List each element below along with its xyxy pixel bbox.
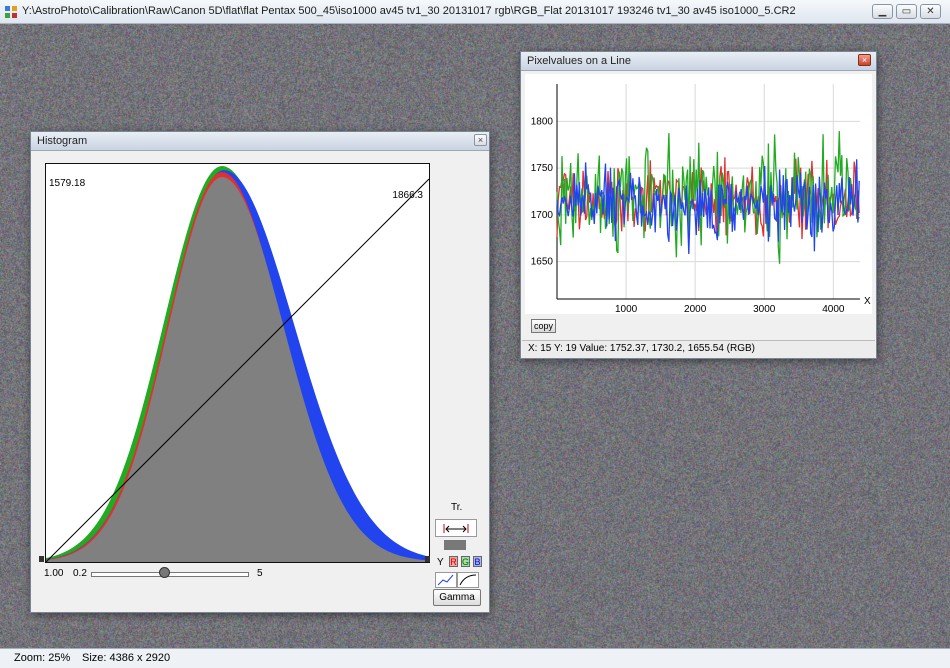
y-tick-label: 1750 bbox=[531, 163, 554, 174]
transfer-scale-button[interactable] bbox=[435, 537, 477, 555]
histogram-min-label: 1579.18 bbox=[49, 178, 86, 189]
pixel-values-close-button[interactable]: × bbox=[858, 54, 871, 66]
x-axis-label: X bbox=[864, 296, 871, 307]
app-icon bbox=[5, 6, 17, 18]
minimize-icon: ▁ bbox=[878, 6, 887, 17]
pixel-values-plot[interactable]: 1000 2000 3000 4000 1800 1750 1700 1650 X copy bbox=[525, 74, 872, 333]
y-tick-label: 1700 bbox=[531, 210, 554, 221]
histogram-max-label: 1866.3 bbox=[392, 190, 423, 201]
pixel-values-title: Pixelvalues on a Line bbox=[527, 55, 631, 67]
curve-icons bbox=[435, 572, 479, 588]
histogram-graph bbox=[46, 166, 429, 562]
x-tick-label: 3000 bbox=[753, 304, 776, 314]
range-arrows-icon bbox=[443, 524, 469, 533]
channel-r-toggle[interactable]: R bbox=[449, 556, 458, 567]
close-icon: × bbox=[477, 135, 484, 145]
pixel-values-readout: X: 15 Y: 19 Value: 1752.37, 1730.2, 1655… bbox=[528, 343, 756, 354]
close-icon: ✕ bbox=[926, 6, 935, 17]
gamma-slider-track[interactable] bbox=[91, 572, 249, 577]
zoom-level: Zoom: 25% bbox=[14, 652, 71, 664]
channel-y-label: Y bbox=[437, 557, 444, 568]
black-point-handle[interactable] bbox=[39, 556, 44, 562]
histogram-close-button[interactable]: × bbox=[474, 134, 487, 146]
x-tick-label: 2000 bbox=[684, 304, 707, 314]
pixel-values-status-bar: X: 15 Y: 19 Value: 1752.37, 1730.2, 1655… bbox=[522, 340, 875, 358]
series-line-2 bbox=[556, 159, 860, 255]
window-title: Y:\AstroPhoto\Calibration\Raw\Canon 5D\f… bbox=[22, 5, 796, 17]
close-icon: × bbox=[861, 55, 868, 65]
pixel-values-title-bar[interactable]: Pixelvalues on a Line × bbox=[521, 52, 876, 71]
y-tick-label: 1800 bbox=[531, 116, 554, 127]
transfer-range-button[interactable] bbox=[435, 519, 477, 537]
scale-bars-icon bbox=[444, 540, 466, 550]
image-size: Size: 4386 x 2920 bbox=[82, 652, 171, 664]
curve-mode-buttons[interactable] bbox=[435, 572, 479, 588]
status-bar: Zoom: 25% Size: 4386 x 2920 bbox=[0, 648, 950, 668]
maximize-icon: ▭ bbox=[901, 6, 912, 17]
main-title-bar: Y:\AstroPhoto\Calibration\Raw\Canon 5D\f… bbox=[0, 0, 950, 24]
histogram-window[interactable]: Histogram × 1579.18 1866.3 1.00 0.2 5 Tr… bbox=[30, 131, 490, 613]
transfer-label: Tr. bbox=[451, 502, 463, 513]
channel-g-toggle[interactable]: G bbox=[461, 556, 470, 567]
histogram-title-bar[interactable]: Histogram × bbox=[31, 132, 489, 151]
maximize-button[interactable]: ▭ bbox=[896, 4, 917, 19]
pixel-values-chart: 1000 2000 3000 4000 1800 1750 1700 1650 X bbox=[531, 84, 871, 314]
copy-button[interactable]: copy bbox=[531, 319, 556, 333]
pixel-values-window[interactable]: Pixelvalues on a Line × 1000 2000 3000 4000… bbox=[520, 51, 877, 359]
gamma-value: 1.00 bbox=[44, 568, 64, 579]
gamma-max-label: 5 bbox=[257, 568, 263, 579]
gamma-min-label: 0.2 bbox=[73, 568, 87, 579]
y-tick-label: 1650 bbox=[531, 257, 554, 268]
histogram-plot[interactable]: 1579.18 1866.3 bbox=[45, 163, 430, 563]
white-point-handle[interactable] bbox=[425, 556, 430, 562]
x-tick-label: 1000 bbox=[615, 304, 638, 314]
close-button[interactable]: ✕ bbox=[920, 4, 941, 19]
x-tick-label: 4000 bbox=[822, 304, 845, 314]
histogram-title: Histogram bbox=[37, 135, 88, 147]
minimize-button[interactable]: ▁ bbox=[872, 4, 893, 19]
image-workspace[interactable]: Histogram × 1579.18 1866.3 1.00 0.2 5 Tr… bbox=[0, 24, 950, 648]
gamma-button[interactable]: Gamma bbox=[433, 589, 481, 606]
channel-b-toggle[interactable]: B bbox=[473, 556, 482, 567]
